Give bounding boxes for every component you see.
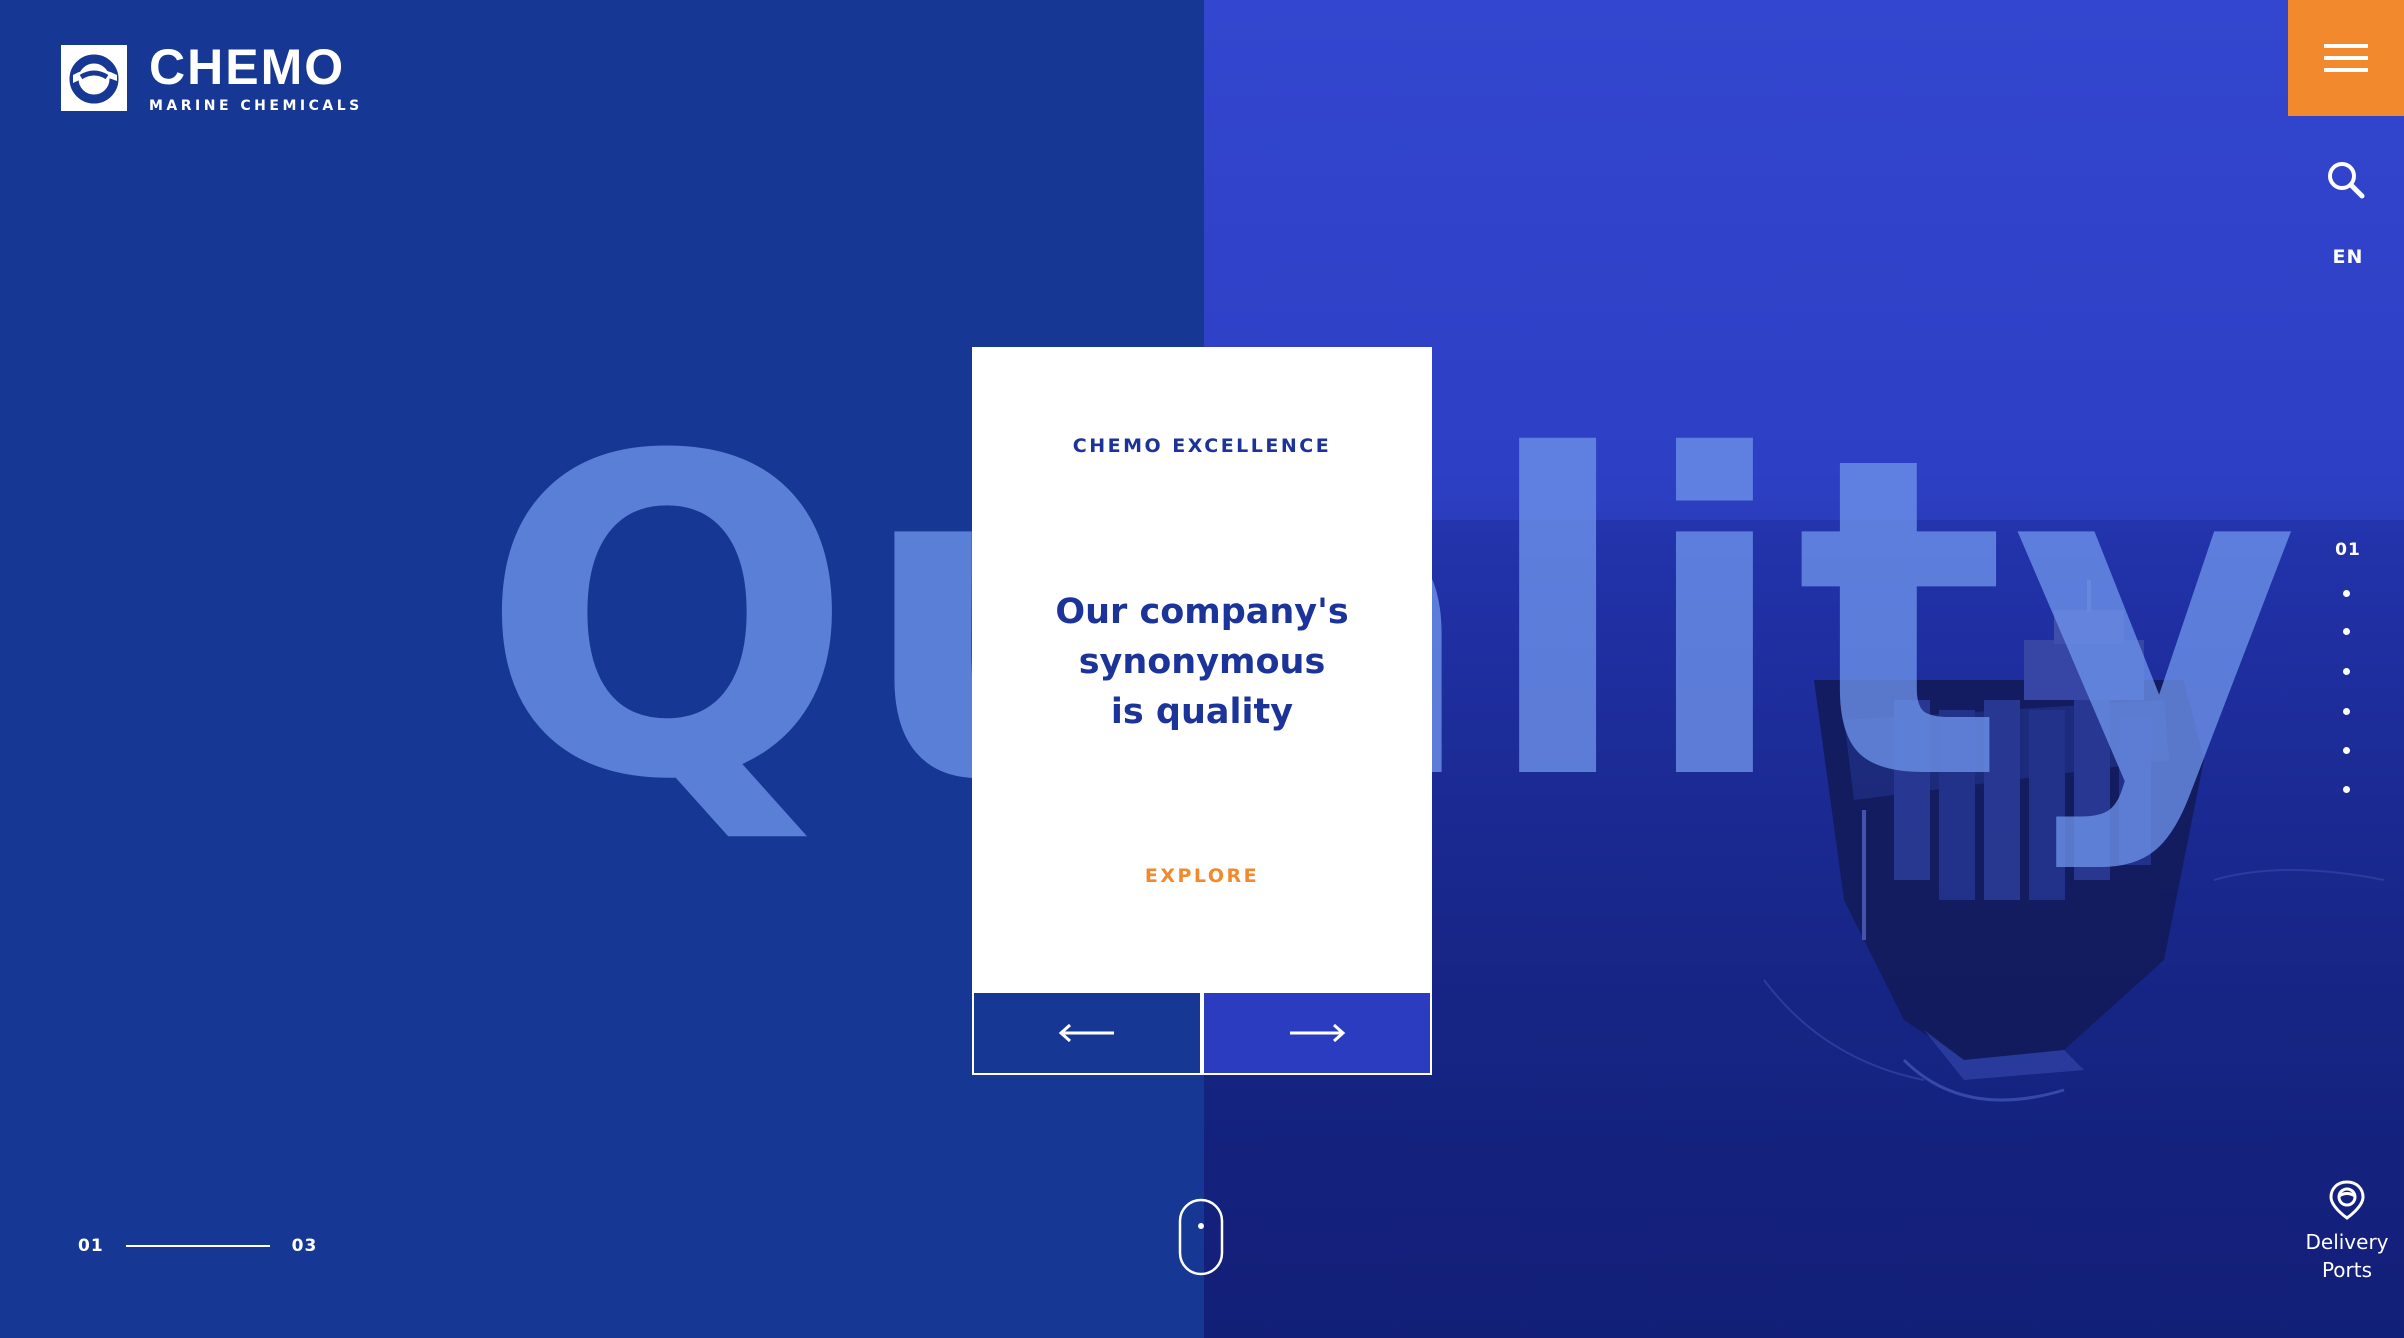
pager-dot[interactable] [2343,747,2350,754]
explore-link[interactable]: EXPLORE [972,865,1432,887]
brand-tagline: MARINE CHEMICALS [149,98,363,114]
pager-current: 01 [2335,540,2361,560]
slide-counter-current: 01 [78,1236,104,1256]
arrow-right-icon [1290,1023,1346,1043]
next-slide-button[interactable] [1202,991,1432,1075]
logo-mark-icon [61,45,127,111]
delivery-ports-link[interactable]: Delivery Ports [2290,1180,2404,1284]
slide-counter-line [125,1245,270,1247]
headline-line: Our company's [1055,592,1349,632]
card-headline: Our company's synonymous is quality [1012,587,1392,737]
brand-name: CHEMO [149,39,346,95]
pager-dot[interactable] [2343,628,2350,635]
pager-dot[interactable] [2343,708,2350,715]
pager-dot[interactable] [2343,590,2350,597]
headline-line: is quality [1110,692,1294,732]
hero-card: CHEMO EXCELLENCE Our company's synonymou… [972,347,1432,991]
pager-dot[interactable] [2343,668,2350,675]
delivery-label-line: Delivery [2305,1230,2389,1254]
map-pin-icon [2329,1180,2365,1220]
search-icon [2328,162,2365,199]
arrow-left-icon [1058,1023,1114,1043]
pager-dot[interactable] [2343,786,2350,793]
hamburger-icon [2324,44,2368,72]
mouse-scroll-icon[interactable] [1178,1198,1224,1276]
delivery-ports-label: Delivery Ports [2290,1228,2404,1284]
menu-button[interactable] [2288,0,2404,116]
slide-counter: 01 03 [78,1236,317,1256]
logo-text: CHEMO MARINE CHEMICALS [149,42,363,114]
slide-counter-total: 03 [291,1236,318,1256]
headline-line: synonymous [1078,642,1326,682]
brand-logo[interactable]: CHEMO MARINE CHEMICALS [61,42,363,114]
card-kicker: CHEMO EXCELLENCE [1072,435,1332,457]
language-switcher[interactable]: EN [2320,246,2376,268]
prev-slide-button[interactable] [972,991,1202,1075]
delivery-label-line: Ports [2321,1258,2373,1282]
search-button[interactable] [2326,160,2366,200]
